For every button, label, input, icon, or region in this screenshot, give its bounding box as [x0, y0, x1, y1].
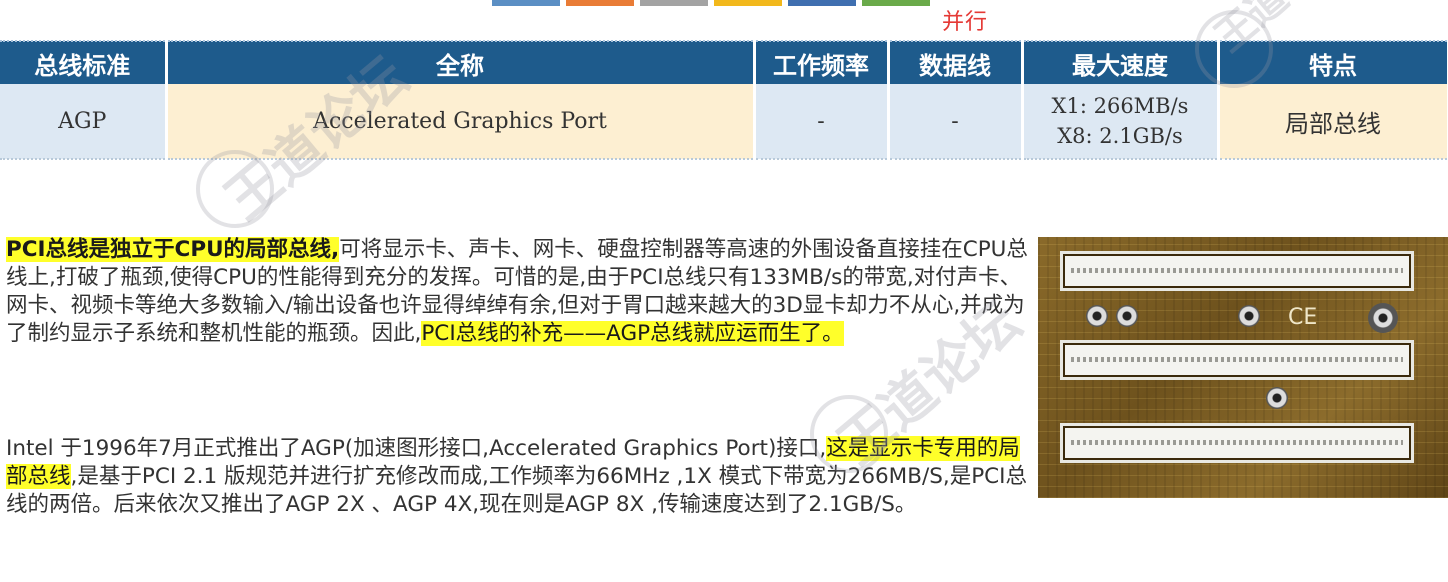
capacitor-icon [1238, 305, 1260, 327]
header-full-name: 全称 [166, 40, 756, 84]
color-swatch [714, 0, 782, 6]
pci-slot [1060, 423, 1414, 463]
color-swatch [862, 0, 930, 6]
table-row: AGP Accelerated Graphics Port - - X1: 26… [0, 84, 1448, 160]
color-swatch [566, 0, 634, 6]
cell-standard: AGP [0, 84, 168, 160]
speed-x1: X1: 266MB/s [1051, 94, 1189, 118]
cell-data-lines: - [888, 84, 1024, 160]
capacitor-icon [1368, 303, 1398, 333]
pci-slot [1060, 251, 1414, 291]
capacitor-icon [1266, 387, 1288, 409]
motherboard-slots-photo: CE [1038, 237, 1448, 498]
cell-max-speed: X1: 266MB/s X8: 2.1GB/s [1022, 84, 1220, 160]
color-strip [492, 0, 930, 6]
header-feature: 特点 [1218, 40, 1448, 84]
cell-frequency: - [754, 84, 890, 160]
table-header-row: 总线标准 全称 工作频率 数据线 最大速度 特点 [0, 40, 1448, 84]
ce-mark: CE [1288, 305, 1318, 330]
bus-standard-table: 总线标准 全称 工作频率 数据线 最大速度 特点 AGP Accelerated… [0, 40, 1448, 160]
highlight-pci-local-bus: PCI总线是独立于CPU的局部总线, [6, 237, 340, 262]
color-swatch [640, 0, 708, 6]
header-frequency: 工作频率 [754, 40, 890, 84]
cell-feature: 局部总线 [1218, 84, 1448, 160]
agp-paragraph-text-start: Intel 于1996年7月正式推出了AGP(加速图形接口,Accelerate… [6, 436, 827, 461]
capacitor-icon [1116, 305, 1138, 327]
color-swatch [492, 0, 560, 6]
speed-x8: X8: 2.1GB/s [1057, 124, 1183, 148]
header-max-speed: 最大速度 [1022, 40, 1220, 84]
agp-paragraph: Intel 于1996年7月正式推出了AGP(加速图形接口,Accelerate… [6, 435, 1028, 519]
watermark-logo-icon [196, 150, 274, 228]
pci-paragraph: PCI总线是独立于CPU的局部总线,可将显示卡、声卡、网卡、硬盘控制器等高速的外… [6, 236, 1028, 348]
header-data-lines: 数据线 [888, 40, 1024, 84]
cell-full-name: Accelerated Graphics Port [166, 84, 756, 160]
color-swatch [788, 0, 856, 6]
header-standard: 总线标准 [0, 40, 168, 84]
parallel-note: 并行 [942, 10, 989, 35]
capacitor-icon [1086, 305, 1108, 327]
agp-paragraph-text-end: ,是基于PCI 2.1 版规范并进行扩充修改而成,工作频率为66MHz ,1X … [6, 464, 1028, 517]
highlight-agp-born: PCI总线的补充——AGP总线就应运而生了。 [421, 321, 844, 346]
pci-slot [1060, 340, 1414, 380]
